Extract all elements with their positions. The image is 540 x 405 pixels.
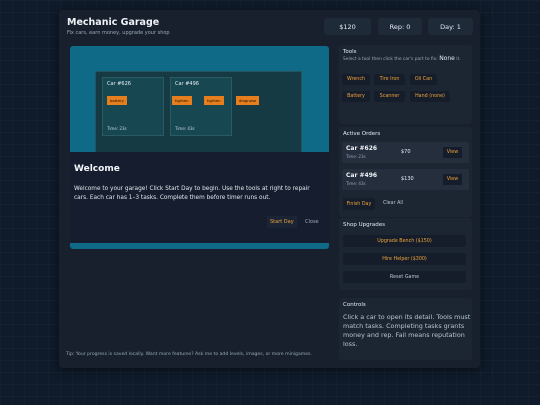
day-value: 1 [456, 22, 461, 31]
oil-can-button[interactable]: Oil Can [410, 74, 437, 85]
finish-day-button[interactable]: Finish Day [343, 198, 375, 210]
modal-title: Welcome [74, 164, 120, 174]
selected-tool: None [439, 55, 455, 62]
garage-area: Car #626 battery Time: 23s Car #496 tigh… [70, 46, 329, 249]
hire-helper-button[interactable]: Hire Helper ($300) [343, 253, 466, 265]
upgrade-bench-button[interactable]: Upgrade Bench ($150) [343, 235, 466, 247]
task-chip-diagnose[interactable]: diagnose [236, 96, 260, 105]
tire-iron-button[interactable]: Tire Iron [374, 74, 405, 85]
battery-button[interactable]: Battery [342, 91, 370, 102]
tools-hint-suffix: it. [456, 57, 461, 62]
orders-title: Active Orders [343, 131, 381, 137]
view-button[interactable]: View [443, 147, 462, 158]
order-car: Car #626 [346, 145, 378, 152]
car-timer: Time: 23s [107, 126, 127, 131]
car-name: Car #626 [107, 81, 131, 87]
modal-text: Welcome to your garage! Click Start Day … [74, 186, 310, 201]
start-day-button[interactable]: Start Day [267, 216, 297, 228]
tools-hint: Select a tool then click the car's part … [343, 56, 469, 63]
order-time: Time: 43s [346, 181, 366, 186]
tools-title: Tools [343, 49, 357, 55]
tip-text: Tip: Your progress is saved locally. Wan… [66, 352, 312, 357]
car-card-496[interactable]: Car #496 tighten tighten diagnose Time: … [170, 77, 260, 136]
orders-panel: Active Orders Car #626 Time: 23s $70 Vie… [339, 127, 472, 217]
money-display: $120 [324, 18, 371, 35]
wrench-button[interactable]: Wrench [342, 74, 370, 85]
order-car: Car #496 [346, 172, 378, 179]
reset-game-button[interactable]: Reset Game [343, 271, 466, 283]
upgrades-title: Shop Upgrades [343, 222, 385, 228]
day-label: Day: [440, 22, 455, 31]
order-pay: $130 [401, 176, 414, 182]
clear-all-button[interactable]: Clear All [383, 201, 403, 206]
money-value: $120 [339, 22, 356, 31]
day-display: Day: 1 [428, 18, 473, 35]
tools-panel: Tools Select a tool then click the car's… [339, 45, 472, 124]
game-window: Mechanic Garage Fix cars, earn money, up… [59, 10, 480, 368]
welcome-modal: Welcome Welcome to your garage! Click St… [70, 152, 329, 243]
rep-label: Rep: [389, 22, 405, 31]
order-row: Car #626 Time: 23s $70 View [342, 142, 469, 163]
hand-button[interactable]: Hand (none) [410, 91, 450, 102]
upgrades-panel: Shop Upgrades Upgrade Bench ($150) Hire … [339, 218, 472, 290]
task-chip-battery[interactable]: battery [107, 96, 127, 105]
car-card-626[interactable]: Car #626 battery Time: 23s [102, 77, 164, 136]
tools-hint-prefix: Select a tool then click the car's part … [343, 57, 438, 62]
car-name: Car #496 [175, 81, 199, 87]
controls-text: Click a car to open its detail. Tools mu… [343, 313, 471, 348]
view-button[interactable]: View [443, 174, 462, 185]
order-time: Time: 23s [346, 154, 366, 159]
task-chip-tighten[interactable]: tighten [172, 96, 192, 105]
car-timer: Time: 43s [175, 126, 195, 131]
order-pay: $70 [401, 149, 411, 155]
order-row: Car #496 Time: 43s $130 View [342, 169, 469, 190]
game-title: Mechanic Garage [67, 17, 160, 28]
reputation-display: Rep: 0 [378, 18, 422, 35]
game-subtitle: Fix cars, earn money, upgrade your shop [67, 30, 170, 36]
task-chip-tighten[interactable]: tighten [204, 96, 224, 105]
scanner-button[interactable]: Scanner [374, 91, 405, 102]
rep-value: 0 [406, 22, 411, 31]
controls-panel: Controls Click a car to open its detail.… [339, 298, 472, 360]
close-button[interactable]: Close [305, 219, 319, 225]
controls-title: Controls [343, 302, 366, 308]
